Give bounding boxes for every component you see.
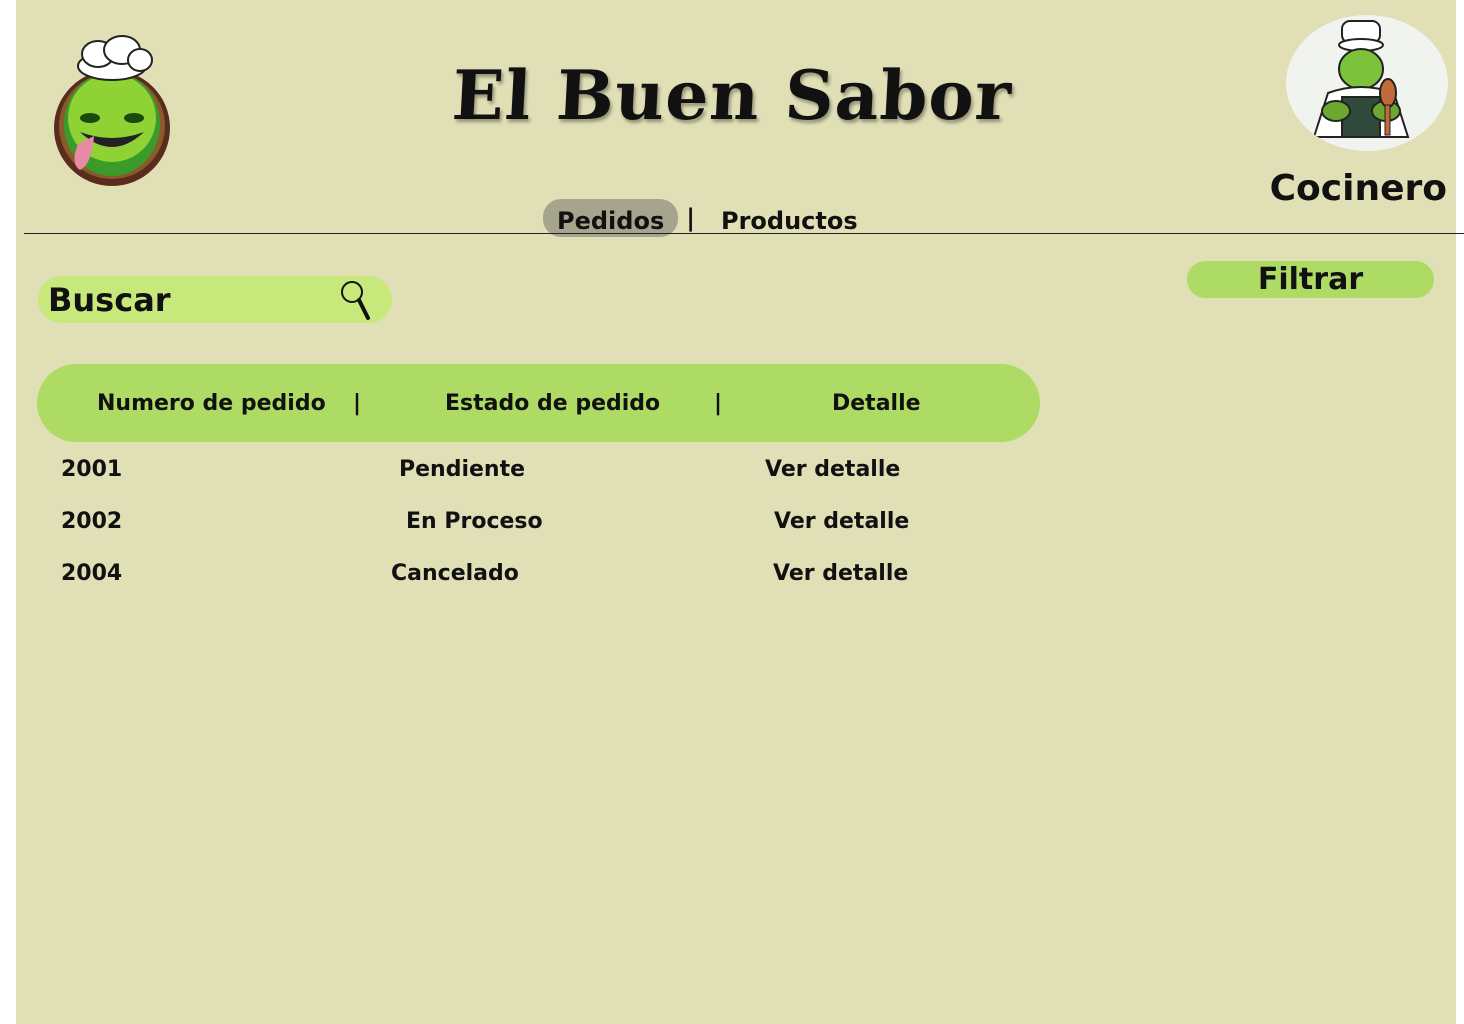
cell-numero: 2004 bbox=[61, 561, 123, 586]
cell-estado: Pendiente bbox=[399, 457, 526, 482]
cell-numero: 2002 bbox=[61, 509, 123, 534]
ver-detalle-link[interactable]: Ver detalle bbox=[765, 457, 900, 482]
header-divider bbox=[24, 233, 1464, 234]
cell-numero: 2001 bbox=[61, 457, 123, 482]
ver-detalle-link[interactable]: Ver detalle bbox=[774, 509, 909, 534]
tab-pedidos[interactable]: Pedidos bbox=[543, 199, 679, 237]
cell-estado: Cancelado bbox=[391, 561, 519, 586]
main-nav: Pedidos | Productos bbox=[543, 199, 872, 237]
chef-ogre-icon bbox=[1312, 20, 1410, 138]
user-role: Cocinero bbox=[1269, 168, 1447, 209]
header-detalle: Detalle bbox=[832, 391, 921, 416]
table-row: 2004 Cancelado Ver detalle bbox=[0, 561, 1100, 601]
tab-productos[interactable]: Productos bbox=[707, 199, 872, 237]
header-numero: Numero de pedido bbox=[97, 391, 326, 416]
app-title: El Buen Sabor bbox=[450, 56, 1014, 136]
user-avatar[interactable] bbox=[1286, 15, 1448, 151]
table-header: Numero de pedido | Estado de pedido | De… bbox=[37, 364, 1040, 442]
nav-separator: | bbox=[686, 204, 695, 232]
search-icon[interactable] bbox=[338, 278, 374, 320]
search-input[interactable]: Buscar bbox=[38, 276, 392, 323]
ver-detalle-link[interactable]: Ver detalle bbox=[773, 561, 908, 586]
cell-estado: En Proceso bbox=[406, 509, 543, 534]
header-separator: | bbox=[714, 391, 723, 416]
table-row: 2002 En Proceso Ver detalle bbox=[0, 509, 1100, 549]
table-row: 2001 Pendiente Ver detalle bbox=[0, 457, 1100, 497]
search-label: Buscar bbox=[48, 280, 171, 319]
header-estado: Estado de pedido bbox=[445, 391, 661, 416]
filter-button[interactable]: Filtrar bbox=[1187, 261, 1434, 298]
header-separator: | bbox=[353, 391, 362, 416]
